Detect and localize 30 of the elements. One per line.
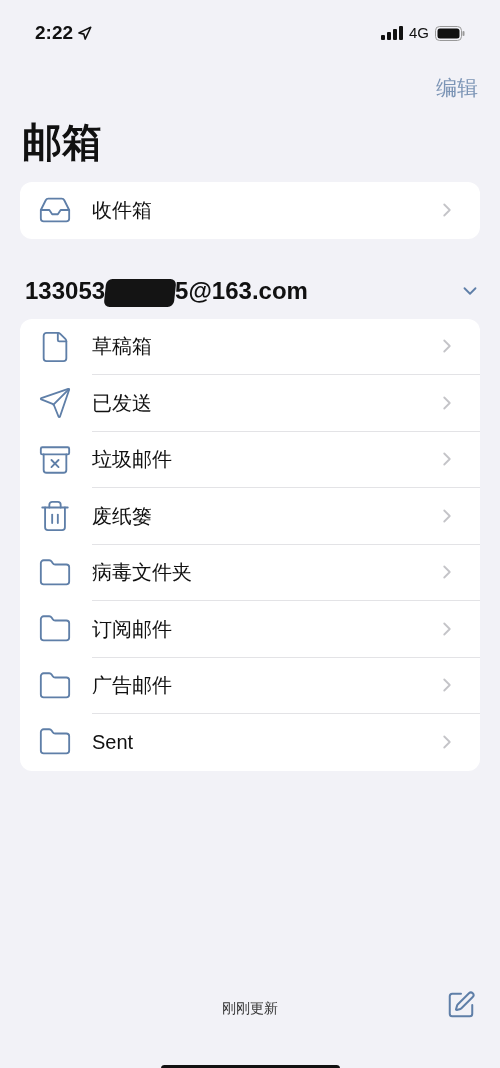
mailbox-row[interactable]: 订阅邮件 — [20, 601, 480, 658]
mailbox-label: 废纸篓 — [92, 503, 153, 529]
mailbox-label: 收件箱 — [92, 198, 153, 224]
battery-icon — [435, 25, 465, 41]
mailbox-label: 订阅邮件 — [92, 616, 173, 642]
mailbox-row[interactable]: 已发送 — [20, 375, 480, 432]
mailbox-label: Sent — [92, 730, 135, 756]
mailbox-row[interactable]: 废纸篓 — [20, 488, 480, 545]
location-arrow-icon — [77, 25, 93, 41]
mailbox-row[interactable]: Sent — [20, 714, 480, 771]
mailbox-row[interactable]: 病毒文件夹 — [20, 544, 480, 601]
trash-icon — [38, 499, 72, 534]
mailbox-label: 已发送 — [92, 390, 153, 416]
mailbox-label: 草稿箱 — [92, 334, 153, 360]
page-title: 邮箱 — [21, 122, 103, 162]
account-address: 133053 — [25, 275, 106, 306]
mailbox-row[interactable]: 草稿箱 — [20, 318, 480, 375]
signal-icon — [381, 26, 403, 40]
mailbox-row[interactable]: 收件箱 — [20, 182, 480, 239]
mailbox-label: 广告邮件 — [92, 673, 173, 699]
mailbox-row[interactable]: 广告邮件 — [20, 657, 480, 714]
status-time: 2:22 — [35, 20, 74, 45]
paper-plane-icon — [38, 386, 72, 421]
update-status: 刚刚更新 — [222, 998, 278, 1018]
mailbox-label: 垃圾邮件 — [92, 447, 173, 473]
account-address: 5@163.com — [175, 275, 308, 306]
compose-icon[interactable] — [446, 990, 476, 1020]
mailbox-label: 病毒文件夹 — [92, 560, 193, 586]
network-label: 4G — [409, 22, 429, 43]
mailbox-row[interactable]: 垃圾邮件 — [20, 431, 480, 488]
